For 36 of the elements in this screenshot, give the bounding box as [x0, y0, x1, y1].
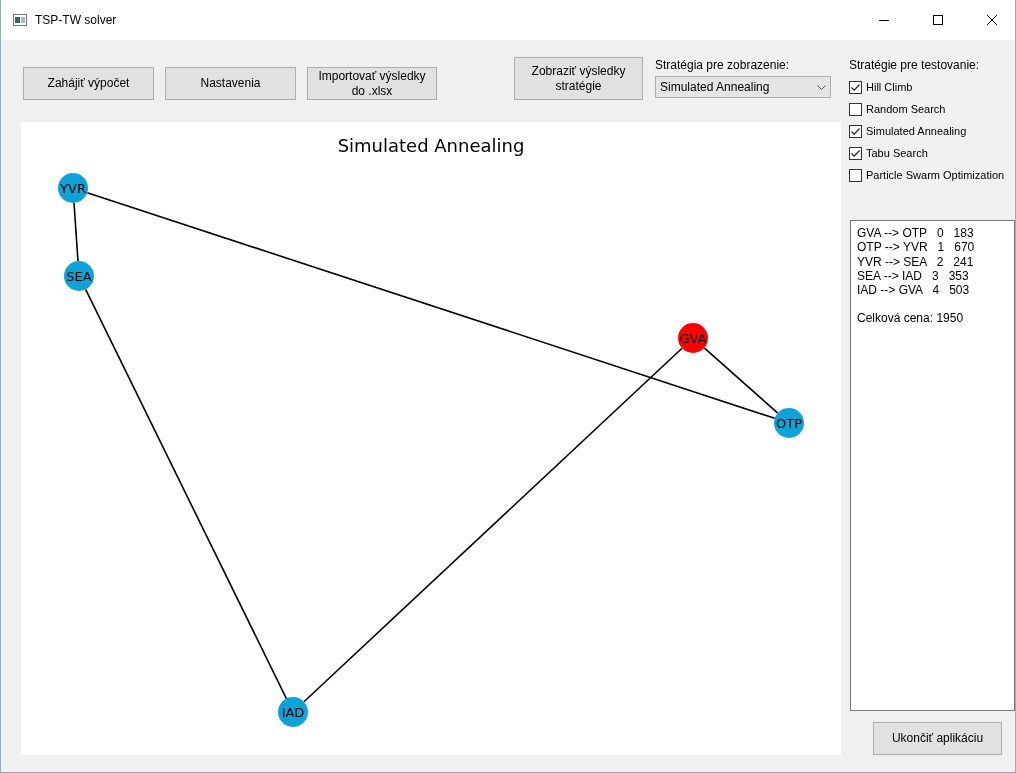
node-label: YVR: [60, 181, 86, 196]
window-title: TSP-TW solver: [35, 13, 118, 27]
toolbar-button[interactable]: Zobraziť výsledky stratégie: [514, 57, 643, 100]
edge-line: [73, 202, 79, 262]
close-icon: [987, 15, 997, 25]
checkbox-label[interactable]: Particle Swarm Optimization: [866, 169, 1005, 181]
checkbox[interactable]: [849, 102, 862, 116]
route-line: SEA --> IAD 3 353: [857, 268, 970, 284]
route-line: YVR --> SEA 2 241: [857, 254, 975, 269]
route-line: OTP --> YVR 1 670: [857, 240, 976, 255]
node-label: IAD: [281, 705, 305, 720]
checkbox[interactable]: [849, 80, 862, 94]
node-label: OTP: [776, 416, 802, 431]
checkbox-label[interactable]: Random Search: [866, 103, 946, 115]
checkbox[interactable]: [849, 124, 862, 138]
toolbar-button[interactable]: Nastavenia: [165, 67, 296, 100]
section-label: Stratégie pre testovanie:: [849, 58, 981, 72]
exit-button[interactable]: Ukončiť aplikáciu: [873, 722, 1002, 755]
field-label: Stratégia pre zobrazenie:: [655, 58, 791, 72]
node-label: SEA: [66, 269, 92, 284]
total-cost: Celková cena: 1950: [857, 311, 965, 326]
app-icon: [13, 14, 27, 26]
route-line: GVA --> OTP 0 183: [857, 226, 975, 241]
checkbox[interactable]: [849, 146, 862, 160]
graph-title: Simulated Annealing: [337, 135, 525, 156]
maximize-icon: [933, 15, 943, 25]
checkbox-label[interactable]: Hill Climb: [866, 81, 913, 93]
chevron-down-icon: [817, 84, 826, 90]
node-label: GVA: [679, 331, 707, 346]
checkbox[interactable]: [849, 168, 862, 182]
checkbox-label[interactable]: Tabu Search: [866, 147, 928, 159]
route-line: IAD --> GVA 4 503: [857, 283, 971, 298]
toolbar-button[interactable]: Importovať výsledky do .xlsx: [307, 67, 437, 100]
strategy-dropdown[interactable]: Simulated Annealing: [655, 76, 831, 98]
checkbox-label[interactable]: Simulated Annealing: [866, 125, 967, 137]
toolbar-button[interactable]: Zahájiť výpočet: [23, 67, 154, 100]
